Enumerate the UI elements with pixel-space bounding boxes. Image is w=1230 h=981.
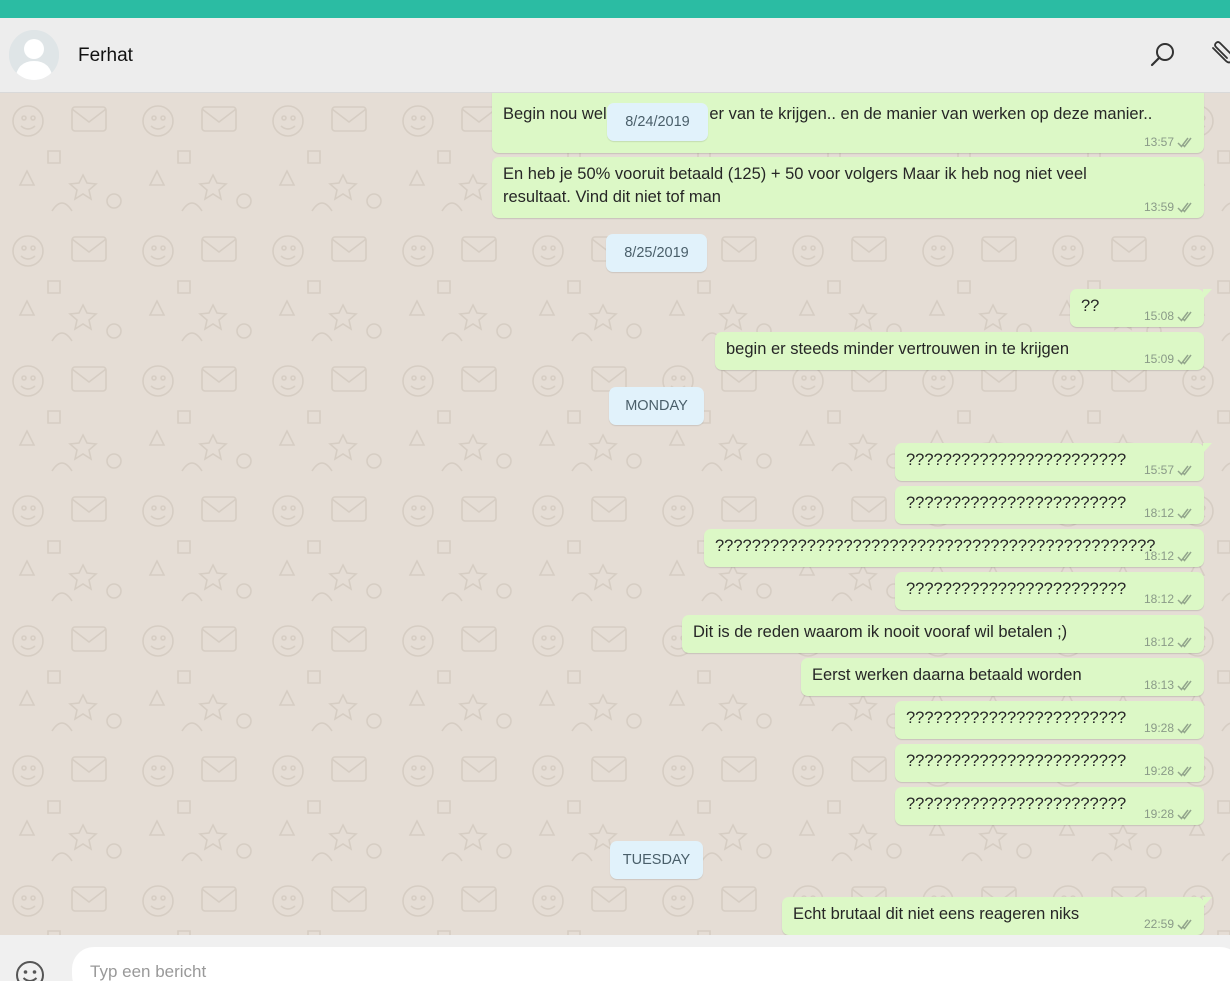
double-check-icon — [1177, 311, 1192, 322]
message-text: ???????????????????????? — [906, 752, 1127, 770]
chat-panel[interactable]: Begin nou wel beetje stress er van te kr… — [0, 93, 1230, 935]
message-time: 13:59 — [1143, 200, 1174, 214]
message-text: ????????????????????????????????????????… — [715, 537, 1156, 555]
top-accent-strip — [0, 0, 1230, 18]
message-bubble[interactable]: ???????????????????????? 19:28 — [895, 744, 1204, 782]
date-separator: TUESDAY — [610, 841, 703, 879]
message-bubble[interactable]: begin er steeds minder vertrouwen in te … — [715, 332, 1204, 370]
message-time: 19:28 — [1143, 721, 1174, 735]
emoji-icon[interactable] — [14, 959, 46, 981]
message-time: 15:09 — [1143, 352, 1174, 366]
message-bubble[interactable]: ???????????????????????? 19:28 — [895, 701, 1204, 739]
message-text: ???????????????????????? — [906, 494, 1127, 512]
chat-header: Ferhat — [0, 18, 1230, 93]
double-check-icon — [1177, 723, 1192, 734]
double-check-icon — [1177, 137, 1192, 148]
message-time: 15:08 — [1143, 309, 1174, 323]
message-text: ???????????????????????? — [906, 795, 1127, 813]
message-text: Dit is de reden waarom ik nooit vooraf w… — [693, 623, 1068, 641]
search-icon[interactable] — [1148, 40, 1178, 70]
message-composer — [0, 935, 1230, 981]
double-check-icon — [1177, 809, 1192, 820]
message-bubble[interactable]: ????????????????????????????????????????… — [704, 529, 1204, 567]
message-time: 18:13 — [1143, 678, 1174, 692]
message-bubble[interactable]: Eerst werken daarna betaald worden 18:13 — [801, 658, 1204, 696]
message-time: 19:28 — [1143, 764, 1174, 778]
message-bubble[interactable]: ???????????????????????? 18:12 — [895, 572, 1204, 610]
double-check-icon — [1177, 354, 1192, 365]
message-time: 18:12 — [1143, 592, 1174, 606]
date-separator: 8/24/2019 — [607, 103, 708, 141]
message-time: 15:57 — [1143, 463, 1174, 477]
contact-avatar[interactable] — [9, 30, 59, 80]
double-check-icon — [1177, 465, 1192, 476]
message-text: ???????????????????????? — [906, 580, 1127, 598]
message-bubble[interactable]: ???????????????????????? 19:28 — [895, 787, 1204, 825]
message-bubble[interactable]: Dit is de reden waarom ik nooit vooraf w… — [682, 615, 1204, 653]
date-separator: MONDAY — [609, 387, 704, 425]
double-check-icon — [1177, 551, 1192, 562]
double-check-icon — [1177, 594, 1192, 605]
double-check-icon — [1177, 508, 1192, 519]
message-text: Eerst werken daarna betaald worden — [812, 666, 1082, 684]
contact-name[interactable]: Ferhat — [78, 45, 133, 67]
date-separator: 8/25/2019 — [606, 234, 707, 272]
message-time: 13:57 — [1143, 135, 1174, 149]
message-bubble[interactable]: Echt brutaal dit niet eens reageren niks… — [782, 897, 1212, 935]
message-time: 18:12 — [1143, 506, 1174, 520]
message-time: 18:12 — [1143, 549, 1174, 563]
message-bubble[interactable]: ???????????????????????? 15:57 — [895, 443, 1212, 481]
message-text: Echt brutaal dit niet eens reageren niks — [793, 905, 1080, 923]
message-bubble[interactable]: Begin nou wel beetje stress er van te kr… — [492, 93, 1204, 153]
message-text: begin er steeds minder vertrouwen in te … — [726, 340, 1070, 358]
message-bubble[interactable]: En heb je 50% vooruit betaald (125) + 50… — [492, 157, 1204, 218]
message-input[interactable] — [72, 947, 1230, 981]
double-check-icon — [1177, 637, 1192, 648]
message-text: ???????????????????????? — [906, 709, 1127, 727]
double-check-icon — [1177, 202, 1192, 213]
attach-icon[interactable] — [1206, 40, 1230, 70]
message-text: ???????????????????????? — [906, 451, 1127, 469]
message-text: En heb je 50% vooruit betaald (125) + 50… — [503, 165, 1087, 206]
message-time: 18:12 — [1143, 635, 1174, 649]
message-text: Begin nou wel beetje stress er van te kr… — [503, 105, 1153, 123]
message-bubble[interactable]: ?? 15:08 — [1070, 289, 1212, 327]
message-bubble[interactable]: ???????????????????????? 18:12 — [895, 486, 1204, 524]
message-time: 19:28 — [1143, 807, 1174, 821]
avatar-placeholder-icon — [9, 30, 59, 80]
double-check-icon — [1177, 766, 1192, 777]
message-time: 22:59 — [1143, 917, 1174, 931]
double-check-icon — [1177, 680, 1192, 691]
double-check-icon — [1177, 919, 1192, 930]
